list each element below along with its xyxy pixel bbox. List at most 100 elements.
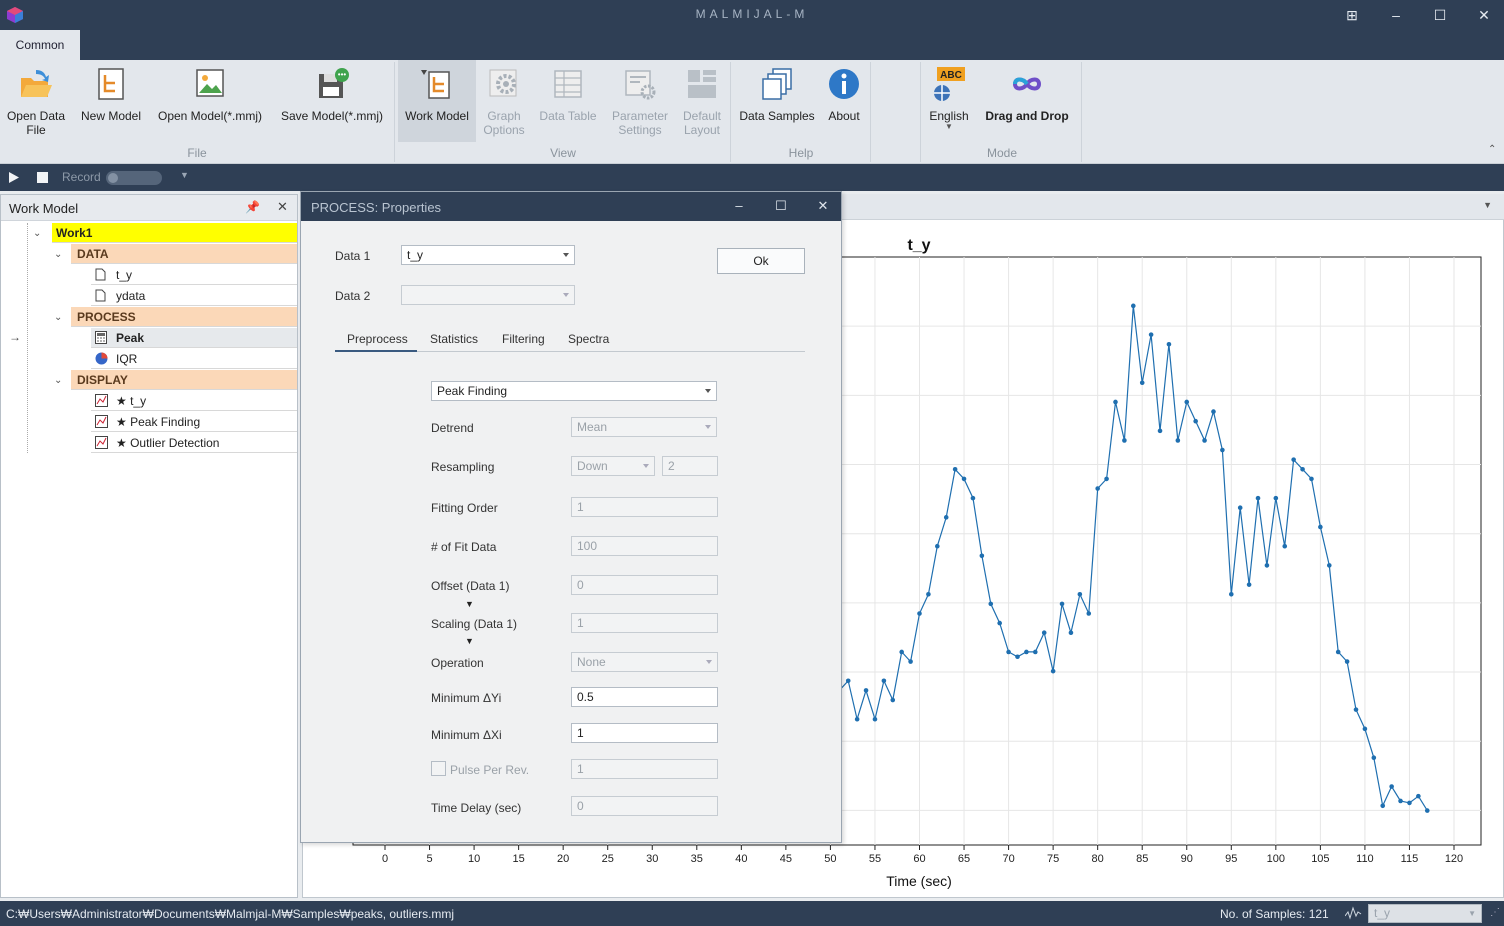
tab-statistics[interactable]: Statistics: [430, 332, 478, 346]
close-panel-icon[interactable]: ✕: [277, 199, 288, 215]
series-selector[interactable]: t_y ▼: [1368, 904, 1482, 923]
tree-item-label: t_y: [116, 268, 133, 282]
tab-preprocess[interactable]: Preprocess: [347, 332, 408, 346]
data-point: [1424, 808, 1430, 813]
resampling-value: 2: [668, 459, 675, 473]
data2-select[interactable]: [401, 285, 575, 305]
pulse-checkbox[interactable]: [431, 761, 446, 776]
scaling-input[interactable]: 1: [571, 613, 718, 633]
minimize-button[interactable]: –: [1374, 0, 1418, 30]
stop-icon[interactable]: [37, 172, 48, 183]
method-select[interactable]: Peak Finding: [431, 381, 717, 401]
record-toggle[interactable]: [106, 171, 162, 185]
parameter-settings-button[interactable]: Parameter Settings: [606, 60, 674, 144]
chevron-down-icon[interactable]: ⌄: [54, 375, 62, 386]
resampling-value-input[interactable]: 2: [662, 456, 718, 476]
data-point: [1344, 659, 1350, 664]
pin-icon[interactable]: 📌: [245, 200, 260, 214]
close-button[interactable]: ✕: [1462, 0, 1504, 30]
tree-item-display-2[interactable]: ★ Peak Finding: [91, 412, 297, 432]
language-button[interactable]: ABC English ▼: [926, 60, 972, 144]
min-dxi-input[interactable]: 1: [571, 723, 718, 743]
collapse-ribbon-icon[interactable]: ⌃: [1488, 144, 1496, 155]
data-point: [1371, 755, 1377, 761]
x-tick-label: 70: [1002, 853, 1014, 865]
data-table-button[interactable]: Data Table: [534, 60, 602, 144]
drag-and-drop-button[interactable]: Drag and Drop: [976, 60, 1078, 144]
resampling-label: Resampling: [431, 460, 495, 474]
active-tab-indicator: [335, 350, 417, 352]
tree-item-label: Peak: [116, 331, 145, 345]
operation-select[interactable]: None: [571, 652, 718, 672]
tree-item-process-1[interactable]: Peak: [91, 328, 297, 348]
data-point: [899, 649, 904, 655]
chevron-down-icon[interactable]: ⌄: [54, 249, 62, 260]
tree-category-data[interactable]: DATA: [71, 244, 297, 264]
resize-grip-icon[interactable]: ⋰: [1490, 907, 1500, 918]
fit-data-input[interactable]: 100: [571, 536, 718, 556]
chevron-down-icon[interactable]: ⌄: [33, 228, 41, 239]
tree-guide-line: [27, 223, 28, 453]
language-label: English: [929, 109, 969, 123]
dialog-maximize-button[interactable]: ☐: [771, 198, 791, 216]
min-dyi-label: Minimum ΔYi: [431, 691, 502, 705]
resampling-mode-select[interactable]: Down: [571, 456, 655, 476]
tree-root-work1[interactable]: Work1: [52, 223, 297, 243]
data-point: [1300, 466, 1305, 472]
about-button[interactable]: About: [822, 60, 866, 144]
data-point: [1086, 611, 1092, 616]
language-icon-text: ABC: [940, 70, 962, 81]
signal-icon: [1345, 906, 1362, 920]
tree-item-data-2[interactable]: ydata: [91, 286, 297, 306]
data-point: [1326, 563, 1332, 568]
time-delay-input[interactable]: 0: [571, 796, 718, 816]
chevron-down-icon[interactable]: ▼: [180, 170, 189, 180]
min-dyi-input[interactable]: 0.5: [571, 687, 718, 707]
new-model-button[interactable]: New Model: [74, 60, 148, 144]
tab-spectra[interactable]: Spectra: [568, 332, 609, 346]
graph-options-button[interactable]: Graph Options: [478, 60, 530, 144]
data-point: [1389, 784, 1394, 789]
tree-item-process-2[interactable]: IQR: [91, 349, 297, 369]
data-point: [1077, 591, 1083, 597]
open-data-file-button[interactable]: Open Data File: [2, 60, 70, 144]
fitting-order-input[interactable]: 1: [571, 497, 718, 517]
tree-item-display-3[interactable]: ★ Outlier Detection: [91, 433, 297, 453]
arrow-down-icon: ▼: [465, 599, 474, 609]
tab-filtering[interactable]: Filtering: [502, 332, 545, 346]
chevron-down-icon[interactable]: ⌄: [54, 312, 62, 323]
x-tick-label: 40: [735, 853, 747, 865]
restore-layout-icon[interactable]: ⊞: [1330, 0, 1374, 30]
data-samples-button[interactable]: Data Samples: [734, 60, 820, 144]
chevron-down-icon[interactable]: ▼: [1483, 200, 1492, 210]
default-layout-button[interactable]: Default Layout: [676, 60, 728, 144]
save-model-button[interactable]: ••• Save Model(*.mmj): [274, 60, 390, 144]
tree-category-process[interactable]: PROCESS: [71, 307, 297, 327]
chevron-down-icon: [643, 464, 649, 468]
offset-input[interactable]: 0: [571, 575, 718, 595]
new-model-icon: [98, 68, 124, 100]
fitting-order-value: 1: [577, 500, 584, 514]
tree-item-data-1[interactable]: t_y: [91, 265, 297, 285]
ok-button[interactable]: Ok: [717, 248, 805, 274]
data1-select[interactable]: t_y: [401, 245, 575, 265]
work-model-button[interactable]: Work Model: [398, 60, 476, 142]
data-point: [1264, 563, 1270, 568]
tab-common[interactable]: Common: [0, 30, 80, 60]
pulse-value: 1: [577, 762, 584, 776]
data-point: [952, 466, 958, 472]
dialog-close-button[interactable]: ✕: [813, 198, 833, 216]
line-chart-icon: [95, 436, 108, 449]
file-icon: [95, 268, 106, 281]
min-dxi-label: Minimum ΔXi: [431, 728, 502, 742]
play-icon[interactable]: [8, 171, 20, 184]
pulse-input[interactable]: 1: [571, 759, 718, 779]
sample-count: No. of Samples: 121: [1220, 907, 1329, 921]
tree-category-display[interactable]: DISPLAY: [71, 370, 297, 390]
maximize-button[interactable]: ☐: [1418, 0, 1462, 30]
detrend-select[interactable]: Mean: [571, 417, 717, 437]
dialog-minimize-button[interactable]: –: [729, 198, 749, 216]
tree-item-display-1[interactable]: ★ t_y: [91, 391, 297, 411]
open-model-button[interactable]: Open Model(*.mmj): [152, 60, 268, 144]
data-point: [1237, 505, 1243, 511]
